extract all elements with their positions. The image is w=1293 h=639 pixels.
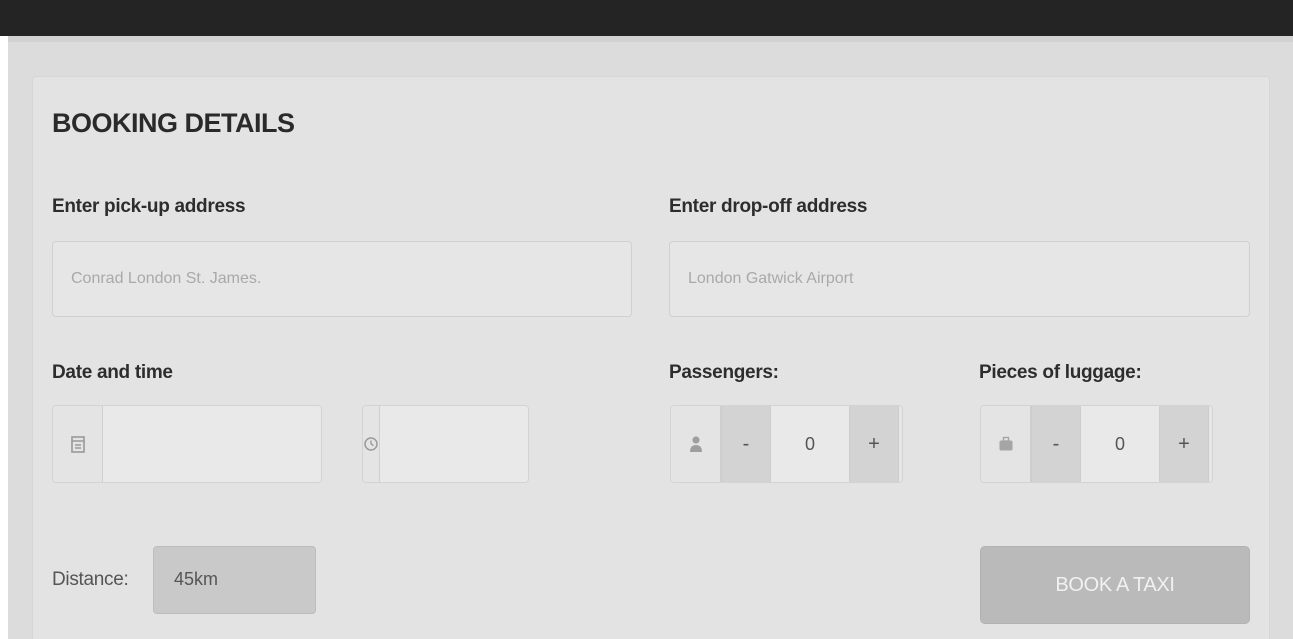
passengers-decrement-button[interactable]: - [721, 406, 771, 482]
passengers-count[interactable]: 0 [771, 406, 849, 482]
passengers-label: Passengers: [669, 362, 779, 383]
time-input[interactable] [380, 406, 528, 482]
top-bar [0, 0, 1293, 36]
user-icon [671, 406, 721, 482]
dropoff-label: Enter drop-off address [669, 196, 868, 217]
date-picker[interactable] [52, 405, 322, 483]
passengers-stepper: - 0 + [670, 405, 903, 483]
luggage-label: Pieces of luggage: [979, 362, 1142, 383]
datetime-label: Date and time [52, 362, 173, 383]
luggage-increment-button[interactable]: + [1159, 406, 1209, 482]
calendar-icon [53, 406, 103, 482]
time-picker[interactable] [362, 405, 529, 483]
passengers-increment-button[interactable]: + [849, 406, 899, 482]
pickup-address-input[interactable] [52, 241, 632, 317]
distance-value: 45km [153, 546, 316, 614]
distance-label: Distance: [52, 569, 129, 590]
date-input[interactable] [103, 406, 321, 482]
top-divider [8, 36, 1293, 42]
clock-icon [363, 406, 380, 482]
left-edge [0, 36, 8, 639]
luggage-stepper: - 0 + [980, 405, 1213, 483]
page-title: BOOKING DETAILS [52, 108, 295, 138]
luggage-decrement-button[interactable]: - [1031, 406, 1081, 482]
suitcase-icon [981, 406, 1031, 482]
pickup-label: Enter pick-up address [52, 196, 246, 217]
dropoff-address-input[interactable] [669, 241, 1250, 317]
book-taxi-button[interactable]: BOOK A TAXI [980, 546, 1250, 624]
luggage-count[interactable]: 0 [1081, 406, 1159, 482]
